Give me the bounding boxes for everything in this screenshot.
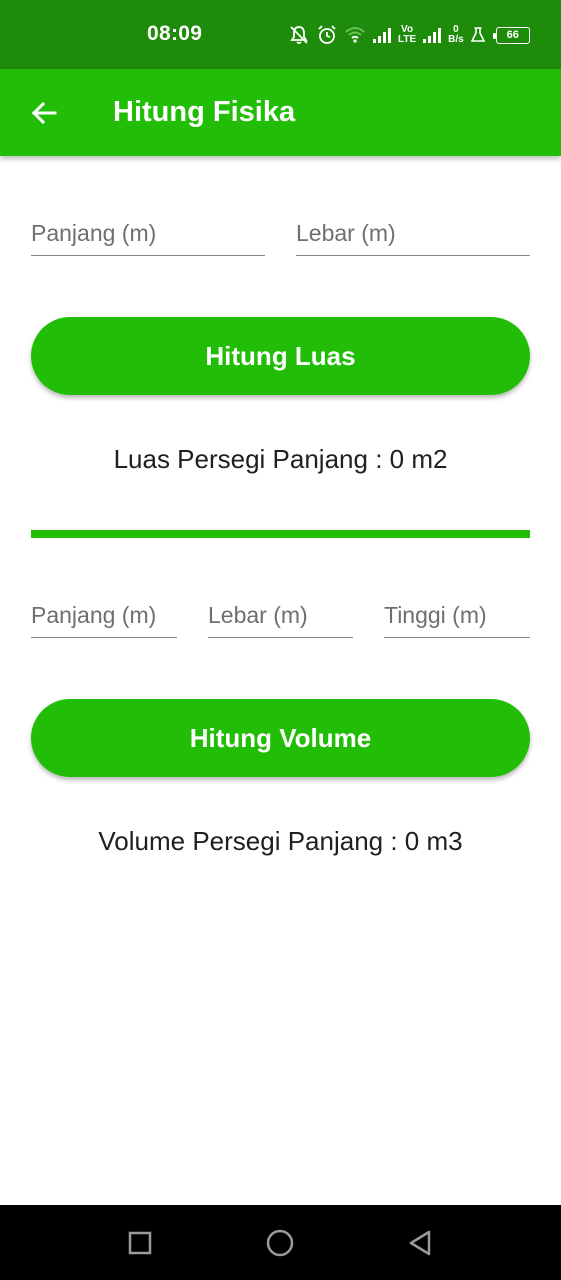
area-width-field[interactable] — [296, 210, 530, 256]
app-bar: Hitung Fisika — [0, 69, 561, 156]
flask-icon — [470, 26, 486, 44]
volume-height-field[interactable] — [384, 592, 530, 638]
section-divider — [31, 530, 530, 538]
volume-result-text: Volume Persegi Panjang : 0 m3 — [98, 826, 463, 856]
volte-bottom-text: LTE — [398, 34, 417, 45]
system-nav-bar — [0, 1205, 561, 1280]
recents-button[interactable] — [125, 1228, 155, 1258]
status-icons: Vo LTE 0 B/s 66 — [288, 20, 530, 50]
area-result-text: Luas Persegi Panjang : 0 m2 — [113, 444, 448, 474]
volume-width-input[interactable] — [208, 592, 353, 637]
area-length-field[interactable] — [31, 210, 265, 256]
recents-square-icon — [128, 1231, 152, 1255]
home-button[interactable] — [265, 1228, 295, 1258]
status-bar: 08:09 Vo LTE 0 B/s 66 — [0, 0, 561, 69]
back-nav-button[interactable] — [405, 1228, 435, 1258]
battery-icon: 66 — [492, 26, 530, 44]
status-time: 08:09 — [147, 22, 203, 45]
calculate-area-button[interactable]: Hitung Luas — [31, 317, 530, 395]
volume-length-field[interactable] — [31, 592, 177, 638]
network-speed-unit: B/s — [448, 34, 464, 45]
alarm-icon — [316, 24, 338, 46]
signal-icon — [372, 26, 392, 44]
network-speed: 0 B/s — [448, 25, 464, 45]
wifi-icon — [344, 25, 366, 45]
arrow-left-icon — [31, 101, 57, 125]
page-title: Hitung Fisika — [113, 96, 296, 128]
signal-icon-2 — [422, 26, 442, 44]
battery-level: 66 — [506, 29, 519, 41]
home-circle-icon — [266, 1229, 294, 1257]
volte-icon: Vo LTE — [398, 25, 416, 45]
volume-width-field[interactable] — [208, 592, 353, 638]
volume-length-input[interactable] — [31, 592, 177, 637]
back-button[interactable] — [26, 95, 62, 131]
volume-height-input[interactable] — [384, 592, 530, 637]
bell-off-icon — [288, 24, 310, 46]
area-length-input[interactable] — [31, 210, 265, 255]
back-triangle-icon — [409, 1230, 431, 1256]
area-width-input[interactable] — [296, 210, 530, 255]
calculate-volume-button[interactable]: Hitung Volume — [31, 699, 530, 777]
